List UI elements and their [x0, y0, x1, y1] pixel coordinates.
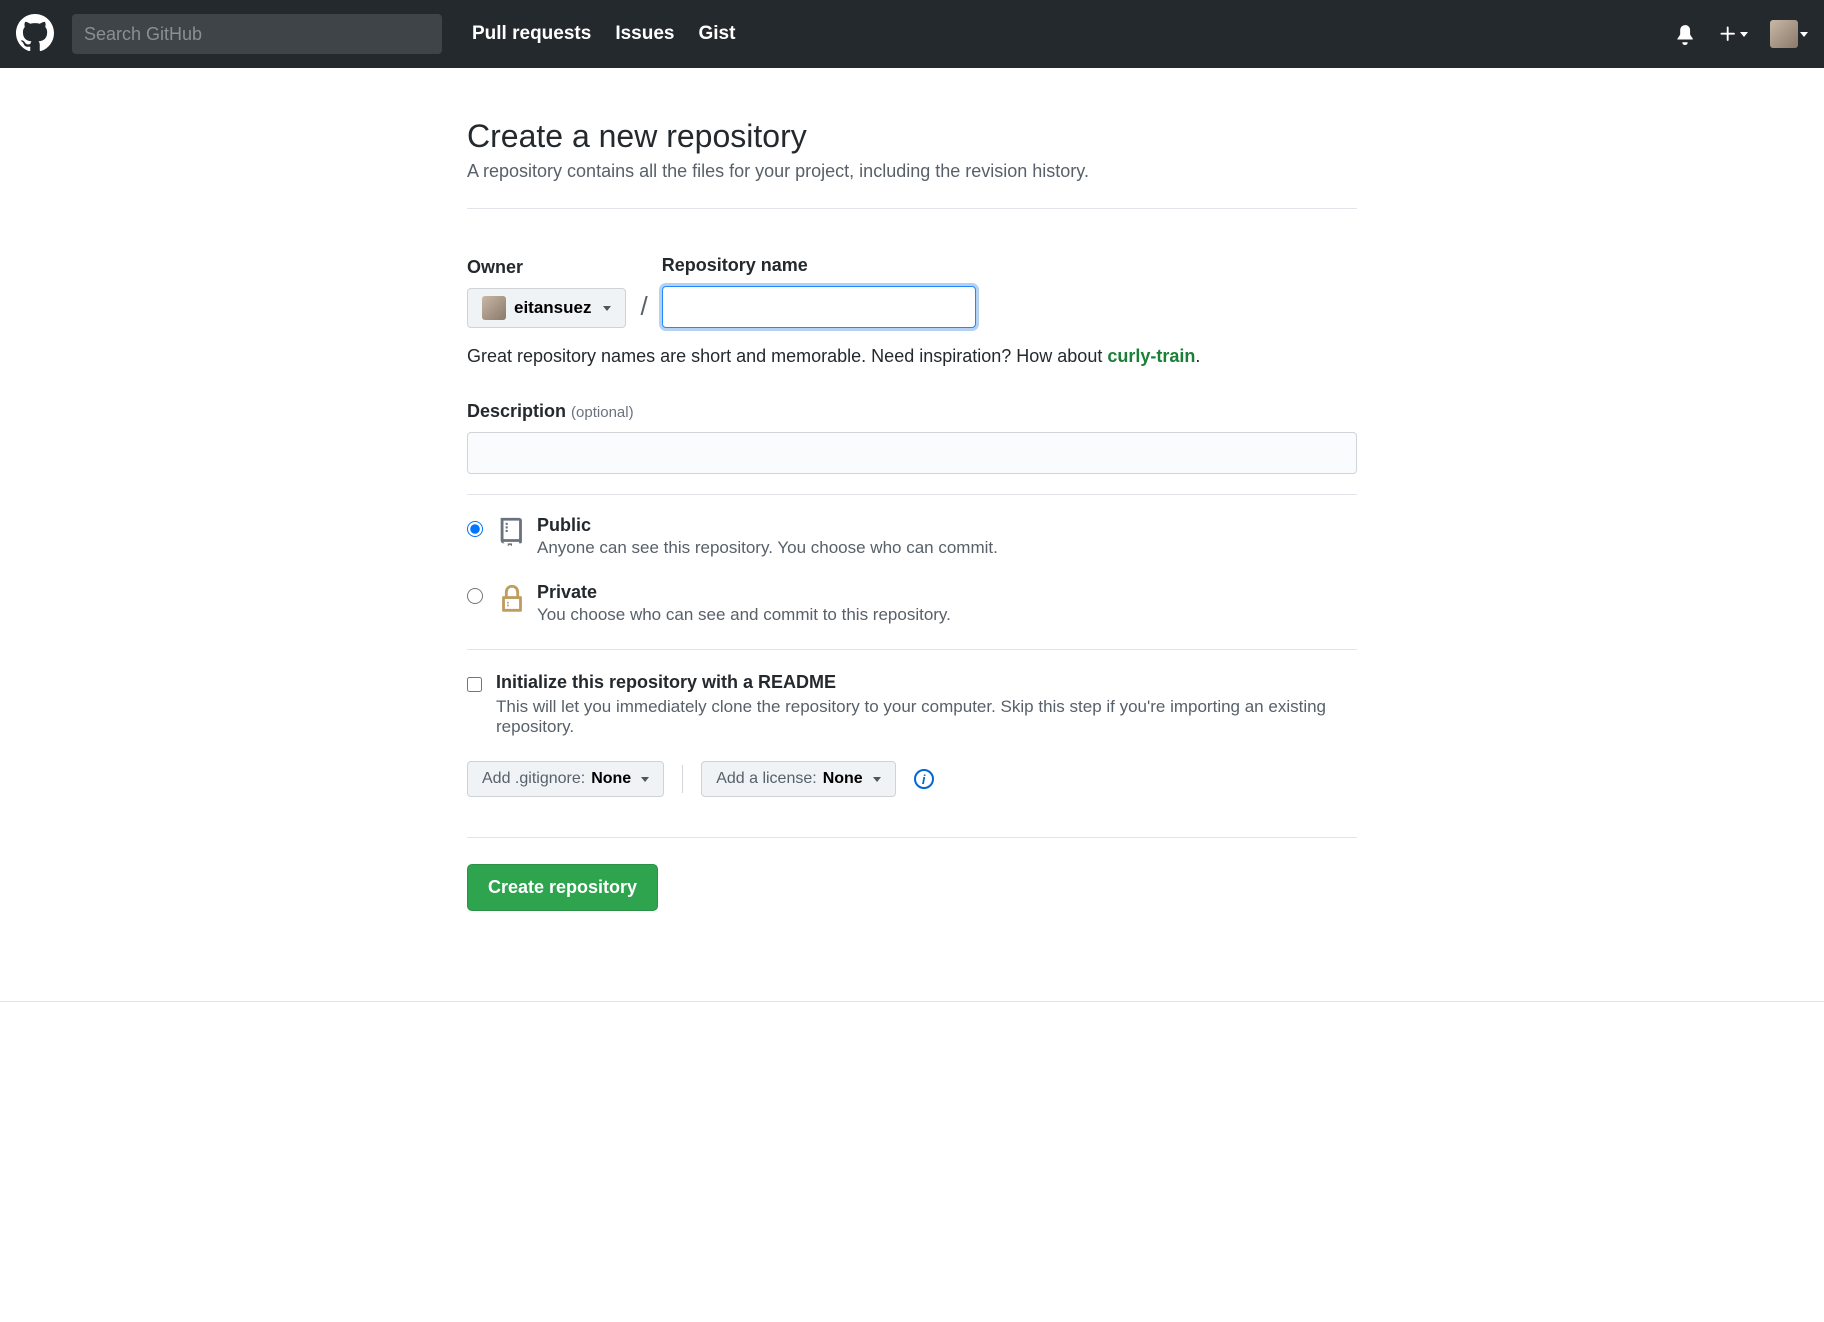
- owner-label: Owner: [467, 257, 626, 278]
- private-radio[interactable]: [467, 588, 483, 604]
- nav-links: Pull requests Issues Gist: [472, 23, 735, 45]
- nav-issues[interactable]: Issues: [615, 23, 674, 45]
- hint-text-suffix: .: [1195, 346, 1200, 366]
- create-repository-button[interactable]: Create repository: [467, 864, 658, 911]
- description-label: Description: [467, 401, 566, 421]
- github-logo[interactable]: [16, 14, 54, 55]
- info-icon[interactable]: i: [914, 769, 934, 789]
- dropdown-row: Add .gitignore: None Add a license: None…: [467, 761, 1357, 797]
- readme-row: Initialize this repository with a README…: [467, 672, 1357, 737]
- vertical-separator: [682, 765, 683, 793]
- chevron-down-icon: [603, 306, 611, 311]
- hint-text-prefix: Great repository names are short and mem…: [467, 346, 1107, 366]
- avatar: [1770, 20, 1798, 48]
- nav-pull-requests[interactable]: Pull requests: [472, 23, 591, 45]
- notifications-button[interactable]: [1674, 23, 1696, 45]
- owner-field: Owner eitansuez: [467, 257, 626, 328]
- name-hint: Great repository names are short and mem…: [467, 346, 1357, 367]
- gitignore-label: Add .gitignore:: [482, 770, 585, 788]
- lock-icon: [495, 582, 529, 616]
- readme-title: Initialize this repository with a README: [496, 672, 1326, 693]
- search-wrap: [72, 14, 442, 54]
- readme-checkbox[interactable]: [467, 677, 482, 692]
- repo-name-label: Repository name: [662, 255, 976, 276]
- description-input[interactable]: [467, 432, 1357, 474]
- page-subtitle: A repository contains all the files for …: [467, 161, 1357, 182]
- license-label: Add a license:: [716, 770, 817, 788]
- visibility-public-option[interactable]: Public Anyone can see this repository. Y…: [467, 515, 1357, 558]
- license-select-button[interactable]: Add a license: None: [701, 761, 896, 797]
- public-title: Public: [537, 515, 998, 536]
- owner-select-button[interactable]: eitansuez: [467, 288, 626, 328]
- description-field: Description (optional): [467, 401, 1357, 474]
- owner-repo-row: Owner eitansuez / Repository name: [467, 255, 1357, 328]
- chevron-down-icon: [1800, 32, 1808, 37]
- submit-row: Create repository: [467, 837, 1357, 911]
- slash-separator: /: [636, 291, 651, 328]
- header-right: [1674, 20, 1808, 48]
- name-suggestion-link[interactable]: curly-train: [1107, 346, 1195, 366]
- initialize-section: Initialize this repository with a README…: [467, 649, 1357, 797]
- create-menu-button[interactable]: [1718, 24, 1748, 44]
- chevron-down-icon: [641, 777, 649, 782]
- private-sub: You choose who can see and commit to thi…: [537, 605, 951, 625]
- repo-name-field: Repository name: [662, 255, 976, 328]
- bell-icon: [1674, 23, 1696, 45]
- main-content: Create a new repository A repository con…: [467, 68, 1357, 951]
- user-menu-button[interactable]: [1770, 20, 1808, 48]
- readme-sub: This will let you immediately clone the …: [496, 697, 1326, 737]
- license-value: None: [823, 770, 863, 788]
- chevron-down-icon: [873, 777, 881, 782]
- repo-name-input[interactable]: [662, 286, 976, 328]
- github-mark-icon: [16, 14, 54, 52]
- public-radio[interactable]: [467, 521, 483, 537]
- public-text: Public Anyone can see this repository. Y…: [537, 515, 998, 558]
- public-sub: Anyone can see this repository. You choo…: [537, 538, 998, 558]
- footer-divider: [0, 1001, 1824, 1002]
- gitignore-select-button[interactable]: Add .gitignore: None: [467, 761, 664, 797]
- chevron-down-icon: [1740, 32, 1748, 37]
- visibility-section: Public Anyone can see this repository. Y…: [467, 494, 1357, 625]
- optional-text: (optional): [571, 404, 634, 421]
- private-text: Private You choose who can see and commi…: [537, 582, 951, 625]
- visibility-private-option[interactable]: Private You choose who can see and commi…: [467, 582, 1357, 625]
- repo-icon: [495, 515, 529, 549]
- search-input[interactable]: [72, 14, 442, 54]
- private-title: Private: [537, 582, 951, 603]
- plus-icon: [1718, 24, 1738, 44]
- page-title: Create a new repository: [467, 118, 1357, 155]
- gitignore-value: None: [591, 770, 631, 788]
- owner-username: eitansuez: [514, 298, 591, 318]
- global-header: Pull requests Issues Gist: [0, 0, 1824, 68]
- divider: [467, 208, 1357, 209]
- avatar: [482, 296, 506, 320]
- nav-gist[interactable]: Gist: [698, 23, 735, 45]
